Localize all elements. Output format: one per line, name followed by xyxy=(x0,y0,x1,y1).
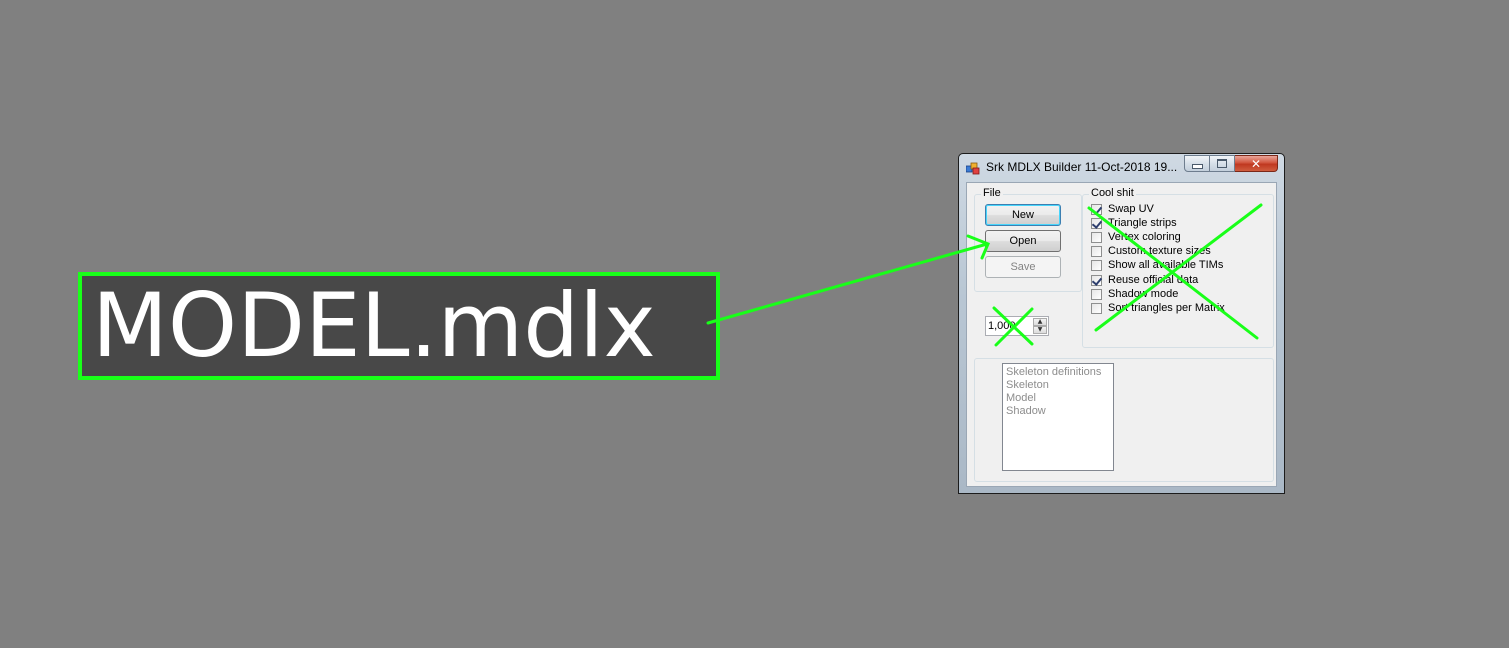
minimize-button[interactable] xyxy=(1184,155,1210,172)
checkbox-label: Show all available TIMs xyxy=(1108,259,1224,272)
maximize-button[interactable] xyxy=(1210,155,1235,172)
option-triangle-strips[interactable]: Triangle strips xyxy=(1091,216,1225,230)
maximize-icon xyxy=(1210,156,1234,171)
checkbox-label: Vertex coloring xyxy=(1108,230,1181,243)
checkbox[interactable] xyxy=(1091,246,1102,258)
caption-buttons: ✕ xyxy=(1184,155,1278,173)
checkbox[interactable] xyxy=(1091,274,1102,286)
checkbox-label: Triangle strips xyxy=(1108,216,1177,229)
minimize-icon xyxy=(1185,156,1209,171)
numeric-updown[interactable]: 1,000 ▲ ▼ xyxy=(985,316,1049,336)
checkbox[interactable] xyxy=(1091,231,1102,243)
option-shadow-mode[interactable]: Shadow mode xyxy=(1091,287,1225,301)
list-item[interactable]: Model xyxy=(1006,392,1110,405)
save-button[interactable]: Save xyxy=(985,256,1061,278)
model-filename-label: MODEL.mdlx xyxy=(78,272,720,380)
checkbox[interactable] xyxy=(1091,260,1102,272)
checkbox-label: Shadow mode xyxy=(1108,287,1179,300)
open-button[interactable]: Open xyxy=(985,230,1061,252)
option-vertex-coloring[interactable]: Vertex coloring xyxy=(1091,230,1225,244)
close-button[interactable]: ✕ xyxy=(1235,155,1278,172)
checkbox[interactable] xyxy=(1091,288,1102,300)
window-client-area: File New Open Save Cool shit Swap UV Tri… xyxy=(966,182,1277,487)
app-icon xyxy=(966,162,980,175)
list-item[interactable]: Shadow xyxy=(1006,405,1110,418)
list-item[interactable]: Skeleton definitions xyxy=(1006,366,1110,379)
checkbox-label: Reuse official data xyxy=(1108,273,1199,286)
checkbox-label: Sort triangles per Matrix xyxy=(1108,301,1225,314)
title-bar[interactable]: Srk MDLX Builder 11-Oct-2018 19... ✕ xyxy=(959,154,1284,180)
mdlx-builder-window: Srk MDLX Builder 11-Oct-2018 19... ✕ Fil… xyxy=(958,153,1285,494)
spin-up-icon[interactable]: ▲ xyxy=(1033,318,1047,326)
spin-buttons: ▲ ▼ xyxy=(1033,318,1047,334)
close-icon: ✕ xyxy=(1250,156,1262,171)
checkbox[interactable] xyxy=(1091,203,1102,215)
spin-down-icon[interactable]: ▼ xyxy=(1033,326,1047,334)
checkbox[interactable] xyxy=(1091,217,1102,229)
checkbox-label: Custom texture sizes xyxy=(1108,245,1211,258)
file-group-label: File xyxy=(981,187,1003,200)
arrow-annotation xyxy=(706,234,990,325)
option-swap-uv[interactable]: Swap UV xyxy=(1091,202,1225,216)
option-show-all-tims[interactable]: Show all available TIMs xyxy=(1091,259,1225,273)
list-item[interactable]: Skeleton xyxy=(1006,379,1110,392)
option-custom-texture-sizes[interactable]: Custom texture sizes xyxy=(1091,245,1225,259)
new-button[interactable]: New xyxy=(985,204,1061,226)
numeric-value[interactable]: 1,000 xyxy=(988,320,1016,332)
window-title: Srk MDLX Builder 11-Oct-2018 19... xyxy=(986,160,1178,174)
cool-group-label: Cool shit xyxy=(1089,187,1136,200)
section-listbox[interactable]: Skeleton definitions Skeleton Model Shad… xyxy=(1002,363,1114,471)
option-sort-triangles-per-matrix[interactable]: Sort triangles per Matrix xyxy=(1091,301,1225,315)
checkbox-label: Swap UV xyxy=(1108,202,1154,215)
checkbox[interactable] xyxy=(1091,302,1102,314)
option-reuse-official-data[interactable]: Reuse official data xyxy=(1091,273,1225,287)
options-checkbox-list: Swap UV Triangle strips Vertex coloring … xyxy=(1091,202,1225,316)
